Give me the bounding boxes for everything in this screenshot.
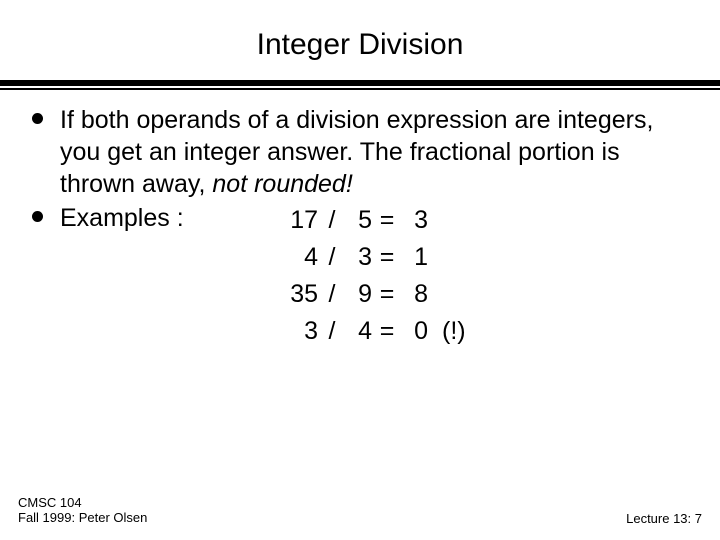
result: 3	[402, 202, 428, 239]
divider-top	[0, 80, 720, 86]
operand-a: 4	[270, 239, 318, 276]
note	[428, 276, 442, 313]
result: 0	[402, 313, 428, 350]
content-area: If both operands of a division expressio…	[0, 104, 720, 350]
operand-b: 9	[346, 276, 372, 313]
operand-a: 3	[270, 313, 318, 350]
bullet-icon	[32, 211, 43, 222]
operator: /	[318, 276, 346, 313]
operand-b: 3	[346, 239, 372, 276]
operator: /	[318, 239, 346, 276]
bullet-item-2: Examples : 17 / 5 = 3 4 / 3 =	[60, 202, 684, 350]
footer-course: CMSC 104	[18, 495, 147, 511]
slide-title: Integer Division	[0, 28, 720, 62]
examples-label: Examples :	[60, 202, 270, 350]
bullet-item-1: If both operands of a division expressio…	[60, 104, 684, 200]
example-line: 17 / 5 = 3	[270, 202, 466, 239]
note	[428, 202, 442, 239]
divider	[0, 80, 720, 90]
bullet-1-text: If both operands of a division expressio…	[60, 106, 653, 198]
equals: =	[372, 239, 402, 276]
footer: CMSC 104 Fall 1999: Peter Olsen Lecture …	[18, 495, 702, 526]
operand-a: 17	[270, 202, 318, 239]
examples-table: 17 / 5 = 3 4 / 3 = 1	[270, 202, 466, 350]
example-line: 4 / 3 = 1	[270, 239, 466, 276]
result: 8	[402, 276, 428, 313]
footer-lecture: Lecture 13: 7	[626, 511, 702, 526]
bullet-1-emphasis: not rounded!	[212, 170, 352, 198]
footer-left: CMSC 104 Fall 1999: Peter Olsen	[18, 495, 147, 526]
operand-a: 35	[270, 276, 318, 313]
operand-b: 5	[346, 202, 372, 239]
bullet-icon	[32, 113, 43, 124]
equals: =	[372, 313, 402, 350]
operator: /	[318, 202, 346, 239]
operand-b: 4	[346, 313, 372, 350]
slide: Integer Division If both operands of a d…	[0, 0, 720, 540]
result: 1	[402, 239, 428, 276]
equals: =	[372, 276, 402, 313]
equals: =	[372, 202, 402, 239]
footer-term: Fall 1999: Peter Olsen	[18, 510, 147, 526]
example-line: 35 / 9 = 8	[270, 276, 466, 313]
divider-bottom	[0, 88, 720, 90]
note: (!)	[428, 313, 466, 350]
example-line: 3 / 4 = 0 (!)	[270, 313, 466, 350]
note	[428, 239, 442, 276]
examples-row: Examples : 17 / 5 = 3 4 / 3 =	[60, 202, 684, 350]
operator: /	[318, 313, 346, 350]
